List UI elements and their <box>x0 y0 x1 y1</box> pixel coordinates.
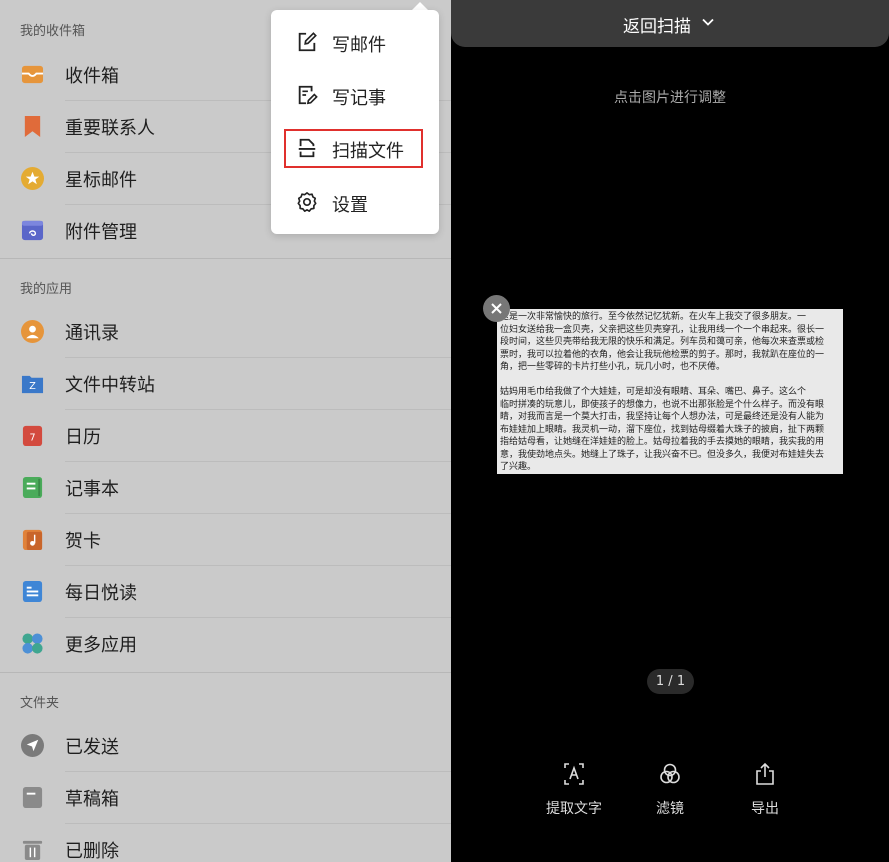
doc-line: 位妇女送给我一盒贝壳，父亲把这些贝壳穿孔，让我用线一个一个串起来。很长一 <box>500 324 825 335</box>
filter-icon <box>660 763 680 784</box>
scan-item-highlight-box <box>284 129 423 168</box>
folder-transfer-icon: Z <box>21 375 44 394</box>
compose-mail-icon <box>298 32 317 52</box>
trash-icon <box>22 840 43 861</box>
more-apps-icon <box>22 633 43 654</box>
sidebar-item-label: 附件管理 <box>65 222 137 243</box>
sidebar-item-label: 文件中转站 <box>65 375 155 396</box>
sidebar-item-label: 记事本 <box>65 479 119 500</box>
extract-text-button[interactable]: 提取文字 <box>534 762 614 822</box>
calendar-icon: 7 <box>22 425 43 447</box>
doc-line <box>500 374 840 387</box>
sidebar-item-trash[interactable]: 已删除 <box>0 824 451 862</box>
doc-line: 票时，我可以拉着他的衣角，他会让我玩他检票的剪子。那时，我就趴在座位的一 <box>500 349 825 360</box>
sidebar-item-more-apps[interactable]: 更多应用 <box>0 618 451 670</box>
chevron-down-icon <box>702 18 714 26</box>
sidebar-item-label: 草稿箱 <box>65 789 119 810</box>
scan-preview-panel: 返回扫描 点击图片进行调整 这是一次非常愉快的旅行。至今依然记忆犹新。在火车上我… <box>451 0 889 862</box>
scan-header[interactable]: 返回扫描 <box>451 0 889 47</box>
drafts-icon <box>22 786 43 809</box>
popup-menu: 写邮件 写记事 扫描文件 设置 <box>271 10 439 234</box>
sidebar-item-label: 收件箱 <box>65 66 119 87</box>
menu-item-settings[interactable]: 设置 <box>271 182 439 222</box>
menu-item-label: 写记事 <box>332 88 386 109</box>
export-icon <box>756 762 774 785</box>
greeting-card-icon <box>22 529 43 551</box>
group-divider <box>0 672 451 673</box>
doc-line: 睛，对我而言是一个莫大打击，我坚持让每个人想办法，可是最终还是没有人能为 <box>500 412 825 422</box>
menu-item-compose-mail[interactable]: 写邮件 <box>271 22 439 62</box>
tool-label: 提取文字 <box>546 801 602 817</box>
scanned-document-image[interactable]: 这是一次非常愉快的旅行。至今依然记忆犹新。在火车上我交了很多朋友。一 位妇女送给… <box>497 309 843 474</box>
text-recognition-icon <box>564 763 584 785</box>
doc-line: 这是一次非常愉快的旅行。至今依然记忆犹新。在火车上我交了很多朋友。一 <box>500 312 807 322</box>
menu-item-label: 设置 <box>332 195 368 216</box>
export-button[interactable]: 导出 <box>725 762 805 822</box>
sidebar-item-label: 已发送 <box>65 737 119 758</box>
folder-badge-text: Z <box>29 381 36 392</box>
sidebar-item-label: 通讯录 <box>65 323 119 344</box>
bookmark-icon <box>24 115 41 138</box>
sidebar-item-label: 重要联系人 <box>65 118 155 139</box>
attachment-icon <box>21 220 44 241</box>
sidebar-item-label: 贺卡 <box>65 531 101 552</box>
tool-label: 导出 <box>751 801 779 817</box>
menu-item-write-note[interactable]: 写记事 <box>271 75 439 115</box>
sidebar-item-daily-reading[interactable]: 每日悦读 <box>0 566 451 618</box>
menu-item-label: 写邮件 <box>332 35 386 56</box>
sidebar-item-contacts[interactable]: 通讯录 <box>0 306 451 358</box>
sidebar-item-label: 日历 <box>65 427 101 448</box>
sidebar-item-drafts[interactable]: 草稿箱 <box>0 772 451 824</box>
doc-line: 临时拼凑的玩意儿，即使孩子的想像力，也说不出那张脸是个什么样子。而没有眼 <box>500 399 825 410</box>
page-indicator: 1 / 1 <box>647 669 694 694</box>
sidebar-item-label: 星标邮件 <box>65 170 137 191</box>
adjust-hint: 点击图片进行调整 <box>614 90 726 106</box>
sidebar-item-label: 每日悦读 <box>65 583 137 604</box>
sidebar-item-file-transfer[interactable]: Z 文件中转站 <box>0 358 451 410</box>
sidebar-item-sent[interactable]: 已发送 <box>0 720 451 772</box>
contacts-icon <box>21 320 44 343</box>
remove-page-button[interactable] <box>483 295 510 322</box>
doc-line: 段时间，这些贝壳带给我无限的快乐和满足。列车员和蔼可亲，他每次来查票或检 <box>500 337 825 347</box>
sidebar-item-calendar[interactable]: 7 日历 <box>0 410 451 462</box>
section-title-apps: 我的应用 <box>20 282 73 297</box>
section-title-folders: 文件夹 <box>20 696 60 711</box>
doc-line: 姑妈用毛巾给我做了个大娃娃，可是却没有眼睛、耳朵、嘴巴、鼻子。这么个 <box>500 387 807 397</box>
doc-line: 布娃娃加上眼睛。我灵机一动，溜下座位，找到姑母缀着大珠子的披肩，扯下两颗 <box>500 424 825 435</box>
doc-line: 了兴趣。 <box>500 462 537 472</box>
star-icon <box>21 167 44 190</box>
section-title-inbox: 我的收件箱 <box>20 24 86 39</box>
close-icon <box>491 303 502 314</box>
sidebar-item-label: 已删除 <box>65 841 119 862</box>
notepad-icon <box>22 476 43 499</box>
calendar-day-text: 7 <box>29 432 35 443</box>
gear-icon <box>297 192 317 212</box>
inbox-icon <box>21 65 44 84</box>
daily-reading-icon <box>22 580 43 603</box>
sidebar-item-notepad[interactable]: 记事本 <box>0 462 451 514</box>
group-divider <box>0 258 451 259</box>
sidebar-item-label: 更多应用 <box>65 635 137 656</box>
write-note-icon <box>298 85 318 105</box>
filter-button[interactable]: 滤镜 <box>630 762 710 822</box>
sidebar-item-greeting-card[interactable]: 贺卡 <box>0 514 451 566</box>
doc-line: 意，我使劲地点头。她缝上了珠子，让我兴奋不已。但没多久，我便对布娃娃失去 <box>500 449 825 460</box>
sent-icon <box>21 734 44 757</box>
back-to-scan-button[interactable]: 返回扫描 <box>623 12 691 37</box>
doc-line: 指给姑母看，让她缝在洋娃娃的脸上。姑母拉着我的手去摸她的眼睛，我实我的用 <box>500 437 825 447</box>
doc-line: 角，把一些零碎的卡片打些小孔，玩几小时，也不厌倦。 <box>500 362 726 372</box>
tool-label: 滤镜 <box>656 801 684 817</box>
